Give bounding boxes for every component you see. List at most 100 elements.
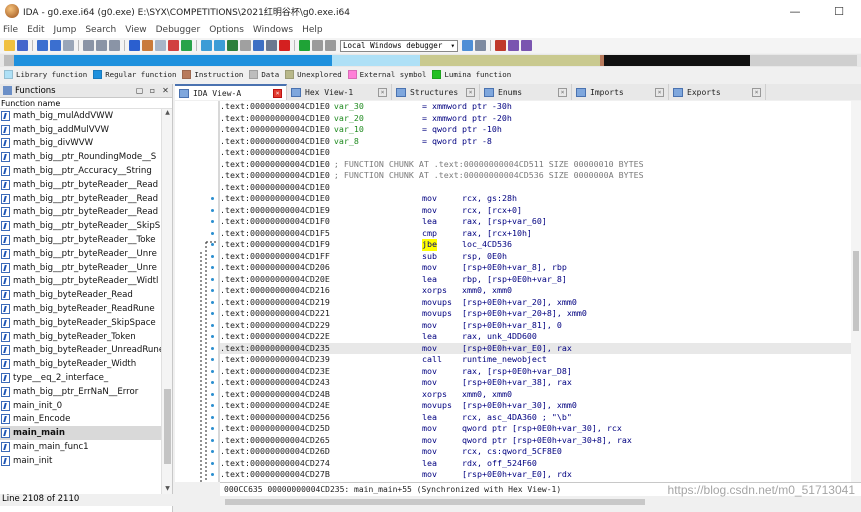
disasm-line[interactable]: .text:00000000004CD1E0 var_20 = xmmword pt… <box>220 113 861 125</box>
disasm-mnemonic[interactable]: lea <box>422 274 437 286</box>
close-x-icon[interactable] <box>279 40 290 51</box>
function-list-item[interactable]: math_big_byteReader_ReadRune <box>0 302 162 316</box>
disasm-mnemonic[interactable]: lea <box>422 412 437 424</box>
disasm-line[interactable]: .text:00000000004CD1E9 mov rcx, [rcx+0] <box>211 205 861 217</box>
tab-close-icon[interactable]: × <box>752 87 761 97</box>
disasm-line[interactable]: .text:00000000004CD24E movups [rsp+0E0h+va… <box>211 400 861 412</box>
function-list-item[interactable]: math_big_byteReader_Read <box>0 288 162 302</box>
disasm-operands[interactable]: rcx, asc_4DA360 ; "\b" <box>462 412 572 424</box>
graph-icon[interactable] <box>201 40 212 51</box>
function-list-item[interactable]: math_big__ptr_byteReader__Widtl <box>0 275 162 289</box>
forward-icon[interactable] <box>50 40 61 51</box>
data-icon[interactable] <box>155 40 166 51</box>
disasm-line[interactable]: .text:00000000004CD229 mov [rsp+0E0h+var_8… <box>211 320 861 332</box>
function-list-item[interactable]: main_Encode <box>0 413 162 427</box>
function-list-item[interactable]: math_big_byteReader_Width <box>0 357 162 371</box>
scroll-up-arrow[interactable]: ▲ <box>162 109 173 119</box>
debugger-select[interactable]: Local Windows debugger ▾ <box>340 39 458 52</box>
ascii-icon[interactable] <box>168 40 179 51</box>
save-icon[interactable] <box>17 40 28 51</box>
breakpoint-dot-icon[interactable] <box>211 220 214 223</box>
disasm-operands[interactable]: rax, [rcx+10h] <box>462 228 532 240</box>
function-list-item[interactable]: math_big__ptr_byteReader__Read <box>0 192 162 206</box>
disasm-operands[interactable]: rcx, cs:qword_5CF8E0 <box>462 446 562 458</box>
function-list-item[interactable]: math_big_addMulVVW <box>0 123 162 137</box>
breakpoint-dot-icon[interactable] <box>211 450 214 453</box>
function-list-item[interactable]: math_big__ptr_RoundingMode__S <box>0 150 162 164</box>
disasm-operands[interactable]: rdx, off_524F60 <box>462 458 537 470</box>
disasm-operands[interactable]: xmm0, xmm0 <box>462 285 512 297</box>
star-icon[interactable] <box>253 40 264 51</box>
disasm-scrollbar-thumb[interactable] <box>853 251 859 331</box>
function-list[interactable]: math_big_mulAddVWW math_big_addMulVVWmath… <box>0 109 162 495</box>
disasm-mnemonic[interactable]: lea <box>422 216 437 228</box>
disasm-line[interactable]: .text:00000000004CD1E0 mov rcx, gs:28h <box>211 193 861 205</box>
tracing-icon[interactable] <box>508 40 519 51</box>
function-list-item[interactable]: math_big__ptr_byteReader__Unre <box>0 247 162 261</box>
breakpoint-dot-icon[interactable] <box>211 335 214 338</box>
download-icon[interactable] <box>129 40 140 51</box>
breakpoint-dot-icon[interactable] <box>211 208 214 212</box>
disassembly-lines[interactable]: .text:00000000004CD1E0 var_30 = xmmword pt… <box>211 101 861 481</box>
open-icon[interactable] <box>4 40 15 51</box>
disasm-line[interactable]: .text:00000000004CD256 lea rcx, asc_4DA360… <box>211 412 861 424</box>
function-list-item[interactable]: math_big_mulAddVWW <box>0 109 162 123</box>
pause-icon[interactable] <box>312 40 323 51</box>
run-icon[interactable] <box>299 40 310 51</box>
menu-debugger[interactable]: Debugger <box>153 25 207 35</box>
disasm-mnemonic[interactable]: mov <box>422 205 437 217</box>
disasm-line[interactable]: .text:00000000004CD1E0; FUNCTION CHUNK A… <box>220 170 861 182</box>
disasm-mnemonic[interactable]: xorps <box>422 285 447 297</box>
function-list-item[interactable]: math_big__ptr_Accuracy__String <box>0 164 162 178</box>
disasm-line[interactable]: .text:00000000004CD221 movups [rsp+0E0h+va… <box>211 308 861 320</box>
disasm-line[interactable]: .text:00000000004CD25D mov qword ptr [rsp+… <box>211 423 861 435</box>
maximize-button[interactable]: ☐ <box>817 0 861 22</box>
minimize-button[interactable]: — <box>773 0 817 22</box>
disasm-line[interactable]: .text:00000000004CD219 movups [rsp+0E0h+va… <box>211 297 861 309</box>
disasm-mnemonic[interactable]: mov <box>422 320 437 332</box>
breakpoint-dot-icon[interactable] <box>211 381 214 384</box>
menu-jump[interactable]: Jump <box>51 25 83 35</box>
disasm-mnemonic[interactable]: lea <box>422 331 437 343</box>
disasm-operands[interactable]: rax, unk_4DD600 <box>462 331 537 343</box>
breakpoint-dot-icon[interactable] <box>211 415 214 419</box>
function-list-item[interactable]: type__eq_2_interface_ <box>0 371 162 385</box>
breakpoint-dot-icon[interactable] <box>211 358 214 361</box>
breakpoint-dot-icon[interactable] <box>211 197 214 200</box>
disasm-line[interactable]: .text:00000000004CD274 lea rdx, off_524F60 <box>211 458 861 470</box>
disasm-line[interactable]: .text:00000000004CD1E0 var_30 = xmmword pt… <box>220 101 861 113</box>
breakpoint-icon[interactable] <box>495 40 506 51</box>
disasm-operands[interactable]: qword ptr [rsp+0E0h+var_30], rcx <box>462 423 622 435</box>
tab-close-icon[interactable]: × <box>558 87 567 97</box>
breakpoint-dot-icon[interactable] <box>211 346 214 350</box>
disasm-mnemonic[interactable]: xorps <box>422 389 447 401</box>
disasm-operands[interactable]: rcx, gs:28h <box>462 193 517 205</box>
disasm-line[interactable]: .text:00000000004CD1E0 <box>220 147 861 159</box>
breakpoint-dot-icon[interactable] <box>211 289 214 292</box>
bookmark-icon[interactable] <box>266 40 277 51</box>
disasm-stack-var[interactable]: var_8 <box>334 136 359 146</box>
play-circle-icon[interactable] <box>181 40 192 51</box>
disasm-mnemonic[interactable]: movups <box>422 308 452 320</box>
disasm-mnemonic[interactable]: mov <box>422 377 437 389</box>
menu-view[interactable]: View <box>122 25 152 35</box>
disasm-line[interactable]: .text:00000000004CD26D mov rcx, cs:qword_5… <box>211 446 861 458</box>
tab-structures[interactable]: Structures × <box>392 84 480 100</box>
disasm-line[interactable]: .text:00000000004CD1E0 var_8 = qword ptr -… <box>220 136 861 148</box>
float-panel-button[interactable]: ▢ <box>133 86 146 95</box>
tab-enums[interactable]: Enums × <box>480 84 572 100</box>
tab-close-icon[interactable]: × <box>466 87 475 97</box>
disasm-stack-var[interactable]: var_30 <box>334 101 364 111</box>
close-panel-button[interactable]: ✕ <box>159 86 172 95</box>
function-list-scrollbar[interactable]: ▲ ▼ <box>161 109 172 495</box>
disasm-line[interactable]: .text:00000000004CD239 call runtime_newobj… <box>211 354 861 366</box>
pin-icon[interactable] <box>240 40 251 51</box>
column-header-function-name[interactable]: Function name <box>0 98 172 109</box>
tab-hex-view-1[interactable]: Hex View-1 × <box>287 84 392 100</box>
disasm-operands[interactable]: rax, [rsp+var_60] <box>462 216 547 228</box>
breakpoint-dot-icon[interactable] <box>211 243 214 246</box>
disasm-mnemonic[interactable]: sub <box>422 251 437 263</box>
disasm-operands[interactable]: [rsp+0E0h+var_81], 0 <box>462 320 562 332</box>
disasm-line[interactable]: .text:00000000004CD1F0 lea rax, [rsp+var_6… <box>211 216 861 228</box>
scrollbar-thumb[interactable] <box>164 389 171 464</box>
